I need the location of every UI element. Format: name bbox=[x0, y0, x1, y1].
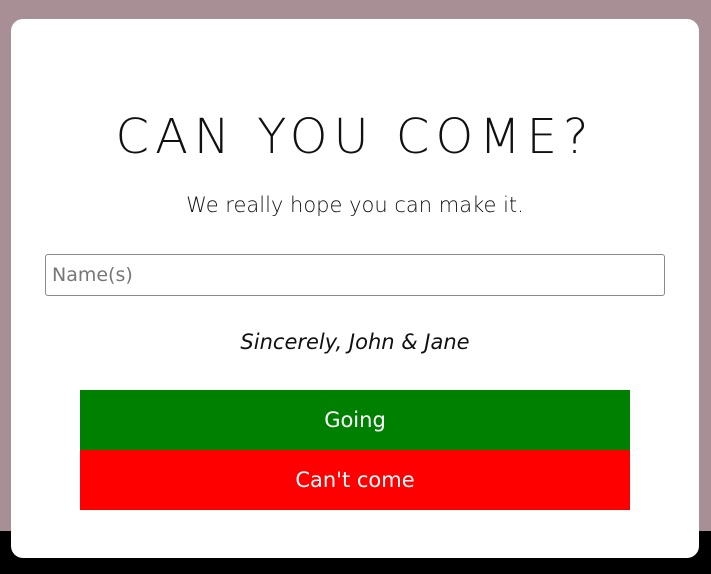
name-input[interactable] bbox=[45, 254, 665, 296]
rsvp-modal: CAN YOU COME? We really hope you can mak… bbox=[11, 19, 699, 558]
going-button[interactable]: Going bbox=[80, 390, 630, 450]
modal-title: CAN YOU COME? bbox=[115, 109, 595, 165]
modal-subtitle: We really hope you can make it. bbox=[186, 193, 524, 217]
cant-come-button[interactable]: Can't come bbox=[80, 450, 630, 510]
signature-text: Sincerely, John & Jane bbox=[240, 330, 470, 354]
